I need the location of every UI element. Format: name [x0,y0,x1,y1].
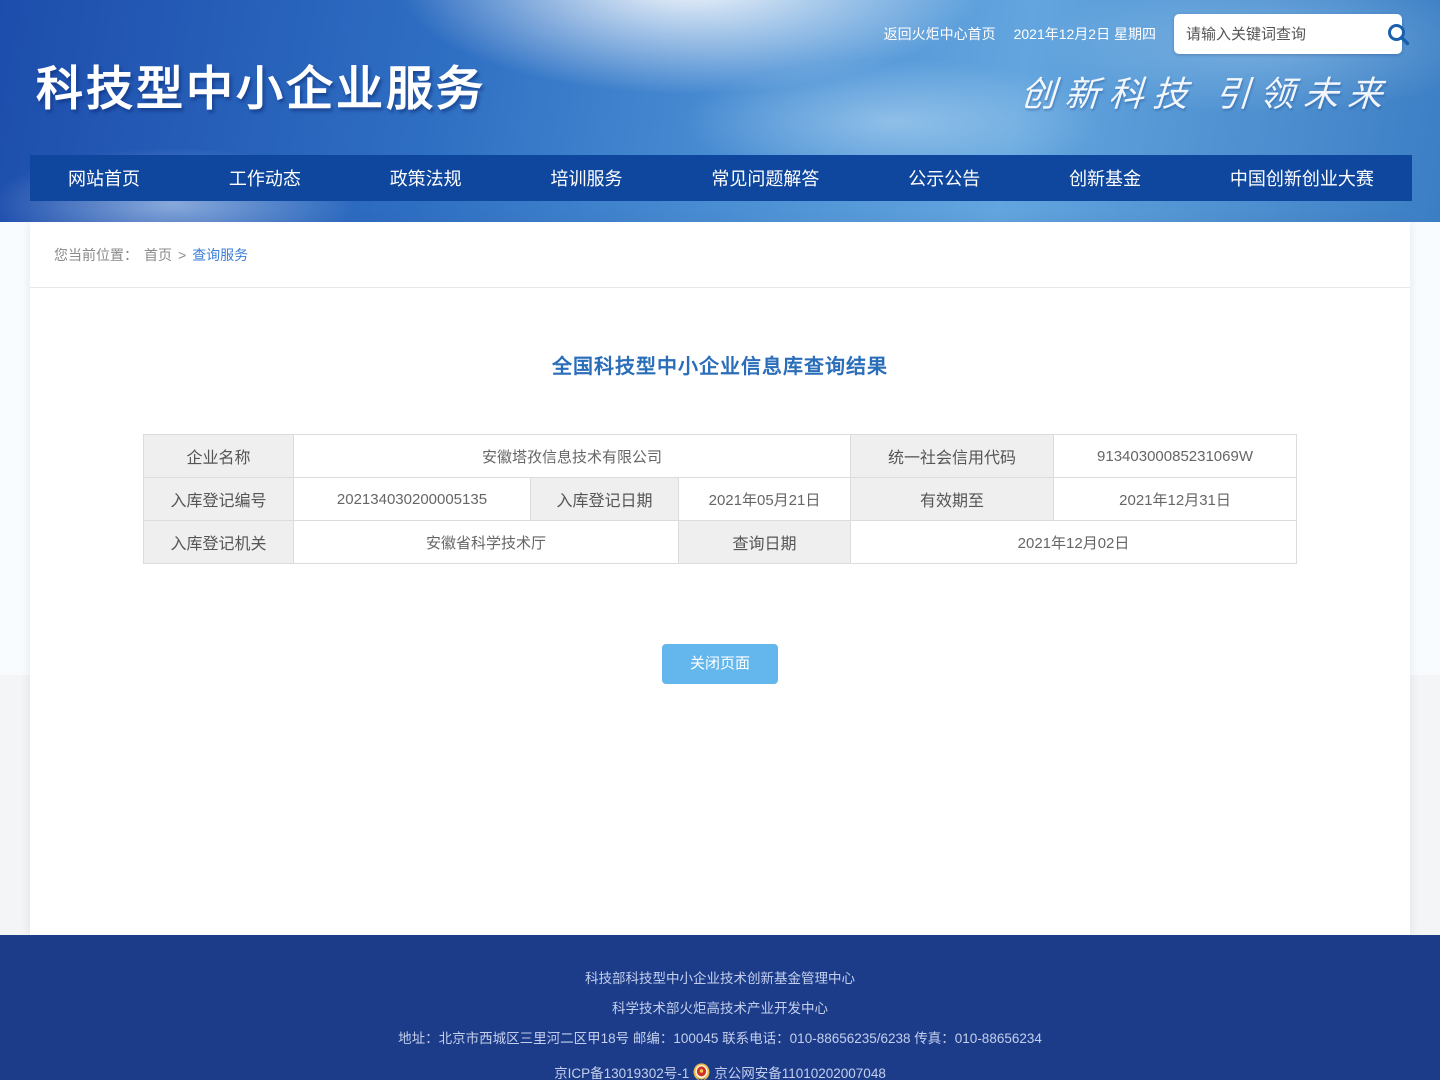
breadcrumb: 您当前位置： 首页 > 查询服务 [30,222,1410,288]
public-security-filing-link[interactable]: 京公网安备11010202007048 [714,1062,886,1080]
footer: 科技部科技型中小企业技术创新基金管理中心 科学技术部火炬高技术产业开发中心 地址… [0,935,1440,1080]
table-row-registration: 入库登记编号 202134030200005135 入库登记日期 2021年05… [143,478,1296,521]
company-name-value: 安徽塔孜信息技术有限公司 [293,435,850,478]
footer-address: 地址：北京市西城区三里河二区甲18号 邮编：100045 联系电话：010-88… [398,1032,1042,1046]
nav-item-innovation-contest[interactable]: 中国创新创业大赛 [1230,165,1374,191]
icp-license-link[interactable]: 京ICP备13019302号-1 [554,1062,689,1080]
close-button-container: 关闭页面 [30,644,1410,684]
nav-item-home[interactable]: 网站首页 [68,165,140,191]
registration-date-value: 2021年05月21日 [678,478,850,521]
topbar: 返回火炬中心首页 2021年12月2日 星期四 [884,14,1402,54]
breadcrumb-current-link[interactable]: 查询服务 [192,245,248,265]
breadcrumb-prefix: 您当前位置： [54,245,138,265]
page-title: 全国科技型中小企业信息库查询结果 [30,350,1410,379]
footer-torch-center: 科学技术部火炬高技术产业开发中心 [612,1002,828,1016]
result-table: 企业名称 安徽塔孜信息技术有限公司 统一社会信用代码 9134030008523… [143,434,1297,564]
credit-code-value: 91340300085231069W [1054,435,1297,478]
nav-item-work-news[interactable]: 工作动态 [229,165,301,191]
main-nav: 网站首页 工作动态 政策法规 培训服务 常见问题解答 公示公告 创新基金 中国创… [30,155,1412,201]
site-logo: 科技型中小企业服务 [36,50,486,119]
registration-authority-value: 安徽省科学技术厅 [293,521,678,564]
page: 科技型中小企业服务 创新科技 引领未来 返回火炬中心首页 2021年12月2日 … [0,0,1440,1080]
query-date-label: 查询日期 [678,521,850,564]
close-page-button[interactable]: 关闭页面 [662,644,778,684]
credit-code-label: 统一社会信用代码 [851,435,1054,478]
search-icon[interactable] [1385,21,1411,47]
search-input[interactable] [1186,26,1385,43]
table-row-company: 企业名称 安徽塔孜信息技术有限公司 统一社会信用代码 9134030008523… [143,435,1296,478]
breadcrumb-home-link[interactable]: 首页 [144,245,172,265]
company-name-label: 企业名称 [143,435,293,478]
query-date-value: 2021年12月02日 [851,521,1297,564]
valid-until-value: 2021年12月31日 [1054,478,1297,521]
registration-number-value: 202134030200005135 [293,478,530,521]
torch-center-home-link[interactable]: 返回火炬中心首页 [884,24,996,44]
content-panel: 您当前位置： 首页 > 查询服务 全国科技型中小企业信息库查询结果 企业名称 安… [30,222,1410,935]
breadcrumb-separator: > [178,247,186,263]
nav-item-innovation-fund[interactable]: 创新基金 [1069,165,1141,191]
nav-item-training[interactable]: 培训服务 [551,165,623,191]
current-date-text: 2021年12月2日 星期四 [1014,24,1156,44]
nav-item-policies[interactable]: 政策法规 [390,165,462,191]
footer-registration-links: 京ICP备13019302号-1 京公网安备11010202007048 [554,1062,886,1080]
footer-fund-center: 科技部科技型中小企业技术创新基金管理中心 [585,972,855,986]
table-row-authority: 入库登记机关 安徽省科学技术厅 查询日期 2021年12月02日 [143,521,1296,564]
nav-item-announcements[interactable]: 公示公告 [908,165,980,191]
registration-authority-label: 入库登记机关 [143,521,293,564]
site-slogan: 创新科技 引领未来 [1019,66,1393,117]
nav-item-faq[interactable]: 常见问题解答 [711,165,819,191]
police-badge-icon [693,1063,710,1080]
registration-date-label: 入库登记日期 [530,478,678,521]
valid-until-label: 有效期至 [851,478,1054,521]
registration-number-label: 入库登记编号 [143,478,293,521]
search-box [1174,14,1402,54]
